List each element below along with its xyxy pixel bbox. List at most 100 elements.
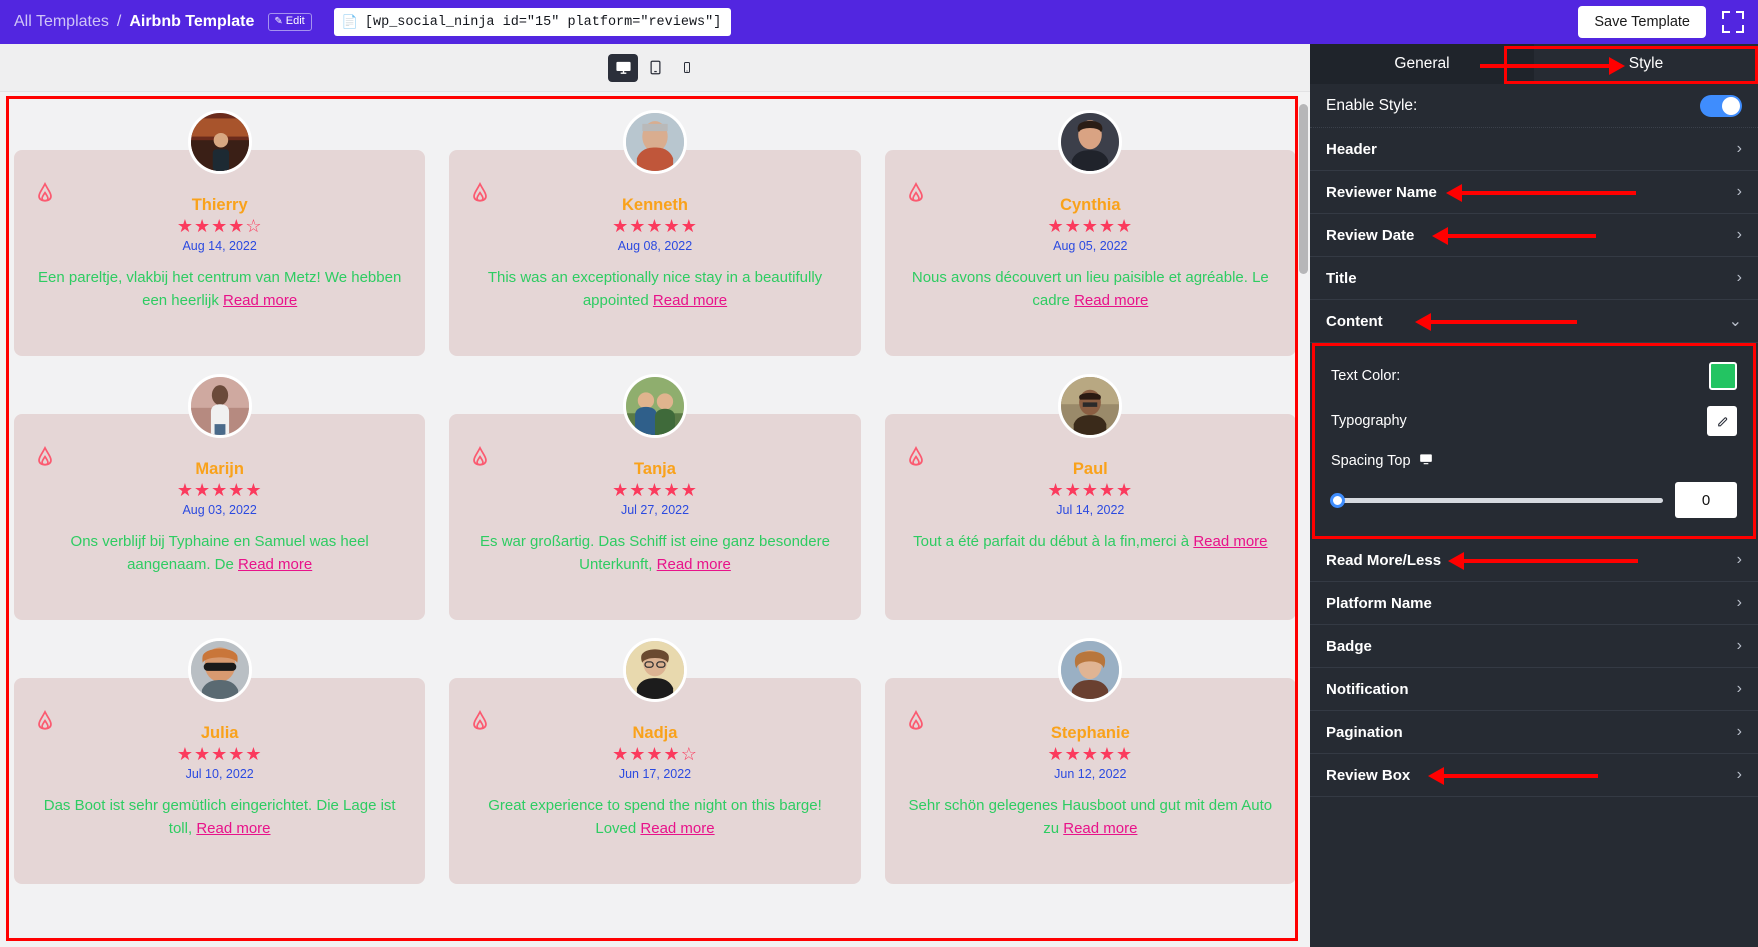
reviews-grid: Thierry ★★★★☆ Aug 14, 2022 Een pareltje,… — [14, 110, 1296, 884]
chevron-down-icon: ⌄ — [1729, 311, 1742, 331]
spacing-top-slider[interactable] — [1331, 498, 1663, 503]
star-rating: ★★★★★ — [907, 745, 1274, 764]
reviewer-name: Kenneth — [471, 196, 838, 215]
review-date: Aug 03, 2022 — [36, 503, 403, 517]
review-date: Jun 12, 2022 — [907, 767, 1274, 781]
star-rating: ★★★★★ — [36, 481, 403, 500]
desktop-icon[interactable] — [1419, 452, 1433, 470]
airbnb-logo-icon — [467, 442, 493, 468]
section-title[interactable]: Title › — [1310, 257, 1758, 300]
section-header[interactable]: Header › — [1310, 128, 1758, 171]
tab-general[interactable]: General — [1310, 44, 1534, 84]
section-notification[interactable]: Notification › — [1310, 668, 1758, 711]
shortcode-text: [wp_social_ninja id="15" platform="revie… — [365, 15, 721, 30]
device-tablet-button[interactable] — [640, 54, 670, 82]
edit-template-button[interactable]: ✎ Edit — [268, 13, 311, 31]
pencil-icon: ✎ — [274, 17, 282, 27]
airbnb-logo-icon — [903, 706, 929, 732]
review-card-body: Marijn ★★★★★ Aug 03, 2022 Ons verblijf b… — [14, 414, 425, 620]
text-color-swatch[interactable] — [1709, 362, 1737, 390]
device-switcher — [0, 44, 1310, 92]
device-desktop-button[interactable] — [608, 54, 638, 82]
section-label-pagination: Pagination — [1326, 724, 1403, 741]
section-content[interactable]: Content ⌄ — [1310, 300, 1758, 343]
typography-row: Typography — [1331, 406, 1737, 436]
text-color-label: Text Color: — [1331, 368, 1400, 384]
airbnb-logo-icon — [903, 442, 929, 468]
section-review-date[interactable]: Review Date › — [1310, 214, 1758, 257]
chevron-right-icon: › — [1737, 226, 1742, 244]
reviewer-name: Marijn — [36, 460, 403, 479]
review-text: Ons verblijf bij Typhaine en Samuel was … — [36, 531, 403, 577]
reviewer-name: Thierry — [36, 196, 403, 215]
review-card-body: Paul ★★★★★ Jul 14, 2022 Tout a été parfa… — [885, 414, 1296, 620]
avatar — [188, 110, 252, 174]
avatar — [623, 110, 687, 174]
spacing-top-input[interactable] — [1675, 482, 1737, 518]
star-rating: ★★★★★ — [907, 481, 1274, 500]
review-date: Jun 17, 2022 — [471, 767, 838, 781]
preview-scrollbar-thumb[interactable] — [1299, 104, 1308, 274]
read-more-link[interactable]: Read more — [196, 820, 270, 837]
airbnb-logo-icon — [32, 442, 58, 468]
review-date: Aug 05, 2022 — [907, 239, 1274, 253]
breadcrumb: All Templates / Airbnb Template ✎ Edit — [14, 13, 312, 31]
section-badge[interactable]: Badge › — [1310, 625, 1758, 668]
fullscreen-icon[interactable] — [1722, 11, 1744, 33]
review-card: Julia ★★★★★ Jul 10, 2022 Das Boot ist se… — [14, 638, 425, 884]
save-template-button[interactable]: Save Template — [1578, 6, 1706, 38]
workspace: Thierry ★★★★☆ Aug 14, 2022 Een pareltje,… — [0, 44, 1758, 947]
avatar — [1058, 374, 1122, 438]
review-card: Paul ★★★★★ Jul 14, 2022 Tout a été parfa… — [885, 374, 1296, 620]
star-rating: ★★★★★ — [471, 481, 838, 500]
chevron-right-icon: › — [1737, 680, 1742, 698]
section-pagination[interactable]: Pagination › — [1310, 711, 1758, 754]
chevron-right-icon: › — [1737, 723, 1742, 741]
section-reviewer-name[interactable]: Reviewer Name › — [1310, 171, 1758, 214]
review-card: Marijn ★★★★★ Aug 03, 2022 Ons verblijf b… — [14, 374, 425, 620]
enable-style-toggle[interactable] — [1700, 95, 1742, 117]
avatar — [1058, 110, 1122, 174]
section-label-reviewer-name: Reviewer Name — [1326, 184, 1437, 201]
chevron-right-icon: › — [1737, 140, 1742, 158]
section-platform-name[interactable]: Platform Name › — [1310, 582, 1758, 625]
enable-style-row: Enable Style: — [1310, 84, 1758, 128]
edit-label: Edit — [286, 16, 305, 27]
avatar — [623, 374, 687, 438]
read-more-link[interactable]: Read more — [640, 820, 714, 837]
section-label-content: Content — [1326, 313, 1383, 330]
read-more-link[interactable]: Read more — [223, 292, 297, 309]
section-review-box[interactable]: Review Box › — [1310, 754, 1758, 797]
review-date: Jul 14, 2022 — [907, 503, 1274, 517]
spacing-top-row: Spacing Top — [1331, 452, 1737, 470]
chevron-right-icon: › — [1737, 269, 1742, 287]
review-card-body: Kenneth ★★★★★ Aug 08, 2022 This was an e… — [449, 150, 860, 356]
star-rating: ★★★★★ — [907, 217, 1274, 236]
tab-style[interactable]: Style — [1534, 44, 1758, 84]
breadcrumb-all-templates[interactable]: All Templates — [14, 13, 109, 31]
review-card-body: Thierry ★★★★☆ Aug 14, 2022 Een pareltje,… — [14, 150, 425, 356]
device-mobile-button[interactable] — [672, 54, 702, 82]
review-card: Cynthia ★★★★★ Aug 05, 2022 Nous avons dé… — [885, 110, 1296, 356]
section-read-more-less[interactable]: Read More/Less › — [1310, 539, 1758, 582]
avatar — [188, 374, 252, 438]
read-more-link[interactable]: Read more — [1193, 533, 1267, 550]
review-text: Sehr schön gelegenes Hausboot und gut mi… — [907, 795, 1274, 841]
review-card: Tanja ★★★★★ Jul 27, 2022 Es war großarti… — [449, 374, 860, 620]
slider-thumb[interactable] — [1330, 493, 1345, 508]
airbnb-logo-icon — [467, 178, 493, 204]
section-label-badge: Badge — [1326, 638, 1372, 655]
typography-edit-button[interactable] — [1707, 406, 1737, 436]
document-icon: 📄 — [342, 14, 358, 30]
review-text: Een pareltje, vlakbij het centrum van Me… — [36, 267, 403, 313]
shortcode-field[interactable]: 📄 [wp_social_ninja id="15" platform="rev… — [334, 8, 732, 36]
read-more-link[interactable]: Read more — [653, 292, 727, 309]
read-more-link[interactable]: Read more — [1074, 292, 1148, 309]
read-more-link[interactable]: Read more — [238, 556, 312, 573]
star-rating: ★★★★★ — [471, 217, 838, 236]
read-more-link[interactable]: Read more — [657, 556, 731, 573]
spacing-top-control — [1331, 482, 1737, 518]
read-more-link[interactable]: Read more — [1063, 820, 1137, 837]
star-rating: ★★★★☆ — [471, 745, 838, 764]
reviewer-name: Tanja — [471, 460, 838, 479]
